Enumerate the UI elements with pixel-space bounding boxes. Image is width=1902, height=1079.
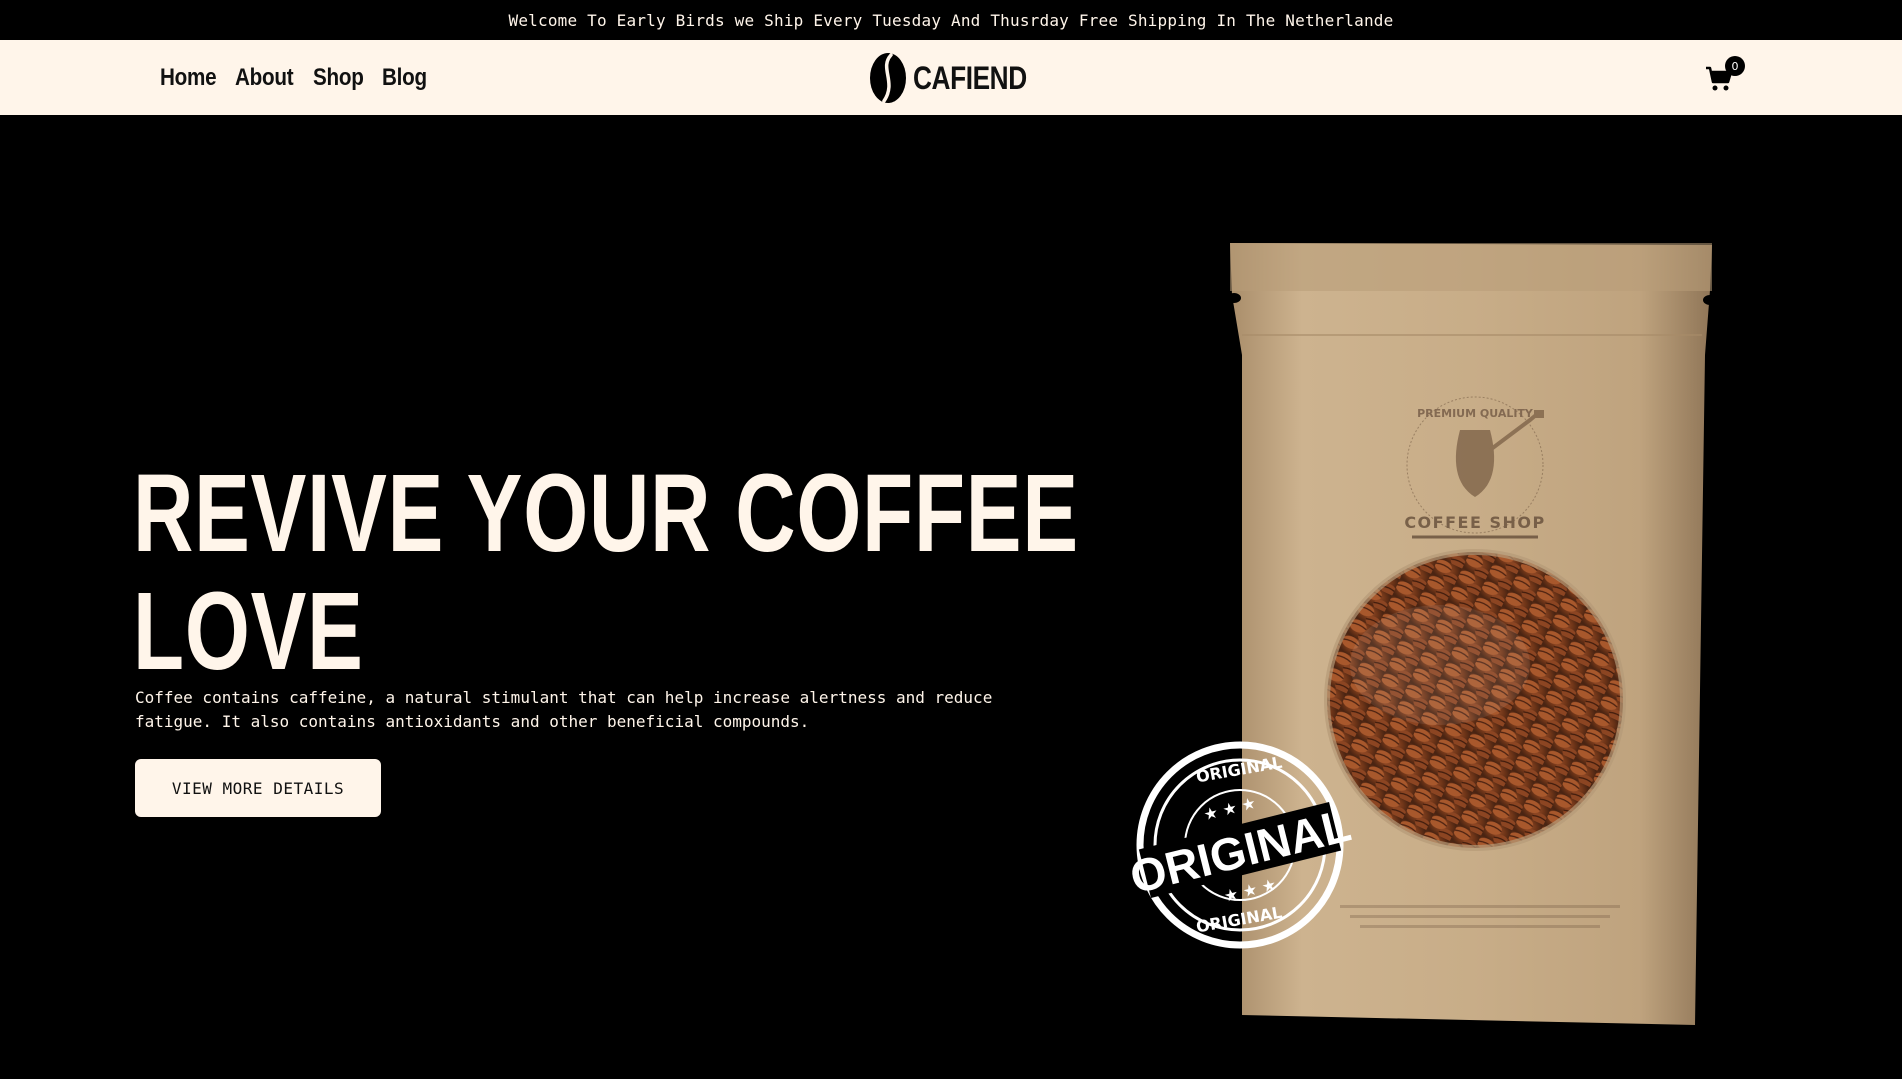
nav-link-home[interactable]: Home xyxy=(160,64,217,92)
coffee-bag-image: PREMIUM QUALITY COFFEE SHOP ORIGINAL ORI… xyxy=(1130,243,1717,1025)
announcement-bar: Welcome To Early Birds we Ship Every Tue… xyxy=(0,0,1902,40)
navbar: Home About Shop Blog CAFIEND 0 xyxy=(0,40,1902,115)
cart-count-badge: 0 xyxy=(1725,56,1745,76)
main-nav: Home About Shop Blog xyxy=(160,40,434,115)
announcement-text: Welcome To Early Birds we Ship Every Tue… xyxy=(508,10,1394,30)
brand-name: CAFIEND xyxy=(913,59,1027,96)
coffee-bean-icon xyxy=(870,53,906,103)
brand-logo[interactable]: CAFIEND xyxy=(869,51,1052,105)
hero-description: Coffee contains caffeine, a natural stim… xyxy=(135,688,993,731)
cart-button[interactable]: 0 xyxy=(1705,56,1745,96)
svg-text:PREMIUM QUALITY: PREMIUM QUALITY xyxy=(1417,407,1534,420)
nav-link-shop[interactable]: Shop xyxy=(313,64,364,92)
nav-link-about[interactable]: About xyxy=(235,64,294,92)
view-more-details-button[interactable]: VIEW MORE DETAILS xyxy=(135,759,381,817)
hero-title: REVIVE YOUR COFFEE LOVE xyxy=(133,452,1079,693)
svg-text:COFFEE SHOP: COFFEE SHOP xyxy=(1404,513,1545,532)
nav-link-blog[interactable]: Blog xyxy=(382,64,427,92)
